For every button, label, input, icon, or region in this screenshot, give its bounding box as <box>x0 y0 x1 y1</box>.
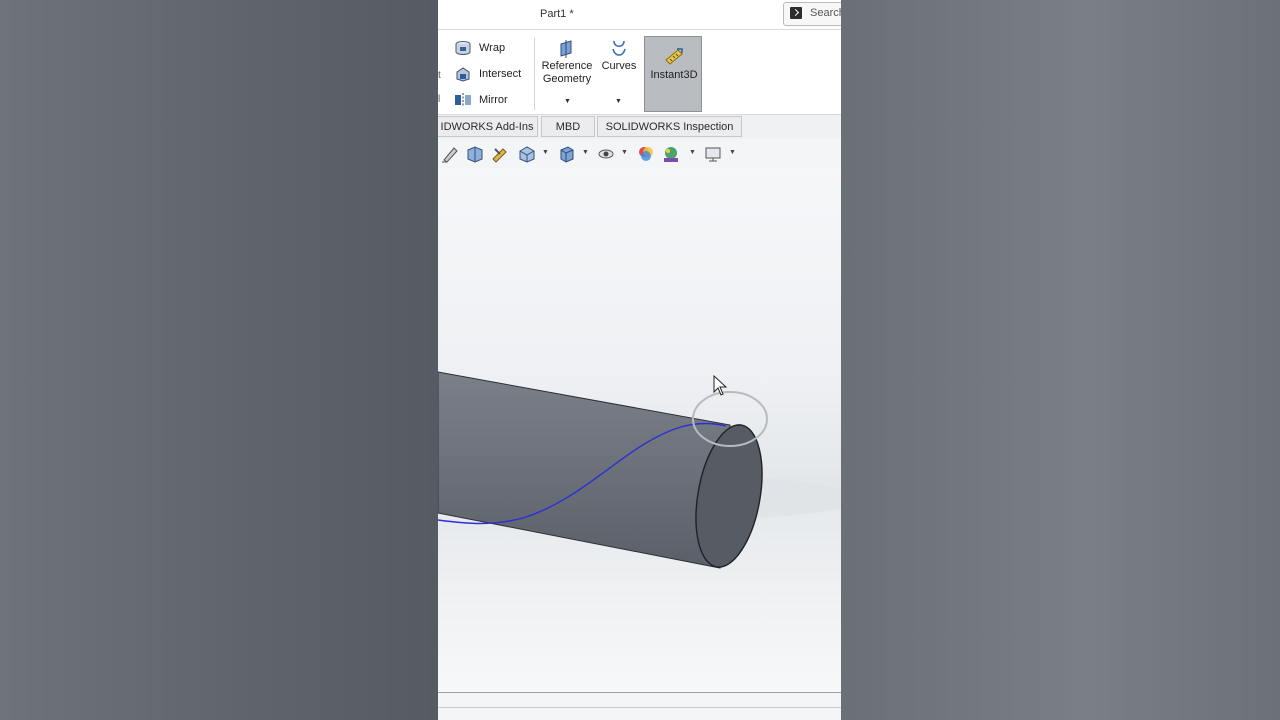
mirror-label: Mirror <box>479 94 508 106</box>
display-style-icon[interactable] <box>558 145 576 163</box>
command-search-icon[interactable] <box>790 7 802 19</box>
curves-dropdown-icon[interactable]: ▼ <box>615 98 622 105</box>
curves-button[interactable]: Curves <box>598 40 640 73</box>
title-bar: Part1 * Search <box>438 0 841 30</box>
mirror-button[interactable]: Mirror <box>454 90 508 110</box>
tab-solidworks-add-ins[interactable]: IDWORKS Add-Ins <box>438 116 538 137</box>
reference-geometry-icon <box>557 40 577 58</box>
view-orientation-icon[interactable] <box>518 145 536 163</box>
view-settings-icon[interactable] <box>704 145 722 163</box>
search-label: Search <box>810 7 841 19</box>
edit-appearance-icon[interactable] <box>637 145 655 163</box>
hide-show-dropdown-icon[interactable]: ▼ <box>621 149 628 156</box>
apply-scene-icon[interactable] <box>662 145 680 163</box>
wrap-icon <box>454 40 472 56</box>
clipped-ribbon-edge: l <box>438 94 441 105</box>
curves-label: Curves <box>601 60 637 72</box>
hide-show-icon[interactable] <box>597 145 615 163</box>
search-box[interactable]: Search <box>783 2 841 26</box>
tab-mbd[interactable]: MBD <box>541 116 595 137</box>
mirror-icon <box>454 92 472 108</box>
solidworks-window: Part1 * Search t Wrap Intersect Mirror l <box>438 0 841 720</box>
apply-scene-dropdown-icon[interactable]: ▼ <box>689 149 696 156</box>
intersect-icon <box>454 66 472 82</box>
tab-solidworks-inspection[interactable]: SOLIDWORKS Inspection <box>597 116 742 137</box>
document-title: Part1 * <box>540 8 574 20</box>
wrap-label: Wrap <box>479 42 506 54</box>
command-manager-ribbon: t Wrap Intersect Mirror l Reference Geom… <box>438 30 841 115</box>
intersect-label: Intersect <box>479 68 522 80</box>
curves-icon <box>609 40 629 58</box>
status-bar <box>438 692 841 720</box>
clipped-ribbon-edge: t <box>438 70 441 81</box>
ribbon-separator <box>534 38 535 110</box>
reference-geometry-button[interactable]: Reference Geometry <box>540 40 594 86</box>
command-manager-tabs: IDWORKS Add-Ins MBD SOLIDWORKS Inspectio… <box>438 115 841 139</box>
section-view-icon[interactable] <box>466 145 484 163</box>
instant3d-button[interactable]: Instant3D <box>644 36 702 112</box>
instant3d-icon <box>664 47 684 65</box>
cylinder-body[interactable] <box>438 371 731 569</box>
wrap-button[interactable]: Wrap <box>454 38 505 58</box>
reference-geometry-label-2: Geometry <box>542 73 592 85</box>
reference-geometry-dropdown-icon[interactable]: ▼ <box>564 98 571 105</box>
heads-up-view-toolbar: ▼ ▼ ▼ ▼ ▼ <box>438 140 841 168</box>
view-settings-dropdown-icon[interactable]: ▼ <box>729 149 736 156</box>
intersect-button[interactable]: Intersect <box>454 64 521 84</box>
model-viewport-svg <box>438 371 841 569</box>
reference-geometry-label-1: Reference <box>541 60 593 72</box>
instant3d-label: Instant3D <box>650 69 698 81</box>
view-tools-icon[interactable] <box>491 145 509 163</box>
sketch-tool-icon[interactable] <box>441 145 459 163</box>
view-orientation-dropdown-icon[interactable]: ▼ <box>542 149 549 156</box>
graphics-area[interactable] <box>438 168 841 692</box>
display-style-dropdown-icon[interactable]: ▼ <box>582 149 589 156</box>
